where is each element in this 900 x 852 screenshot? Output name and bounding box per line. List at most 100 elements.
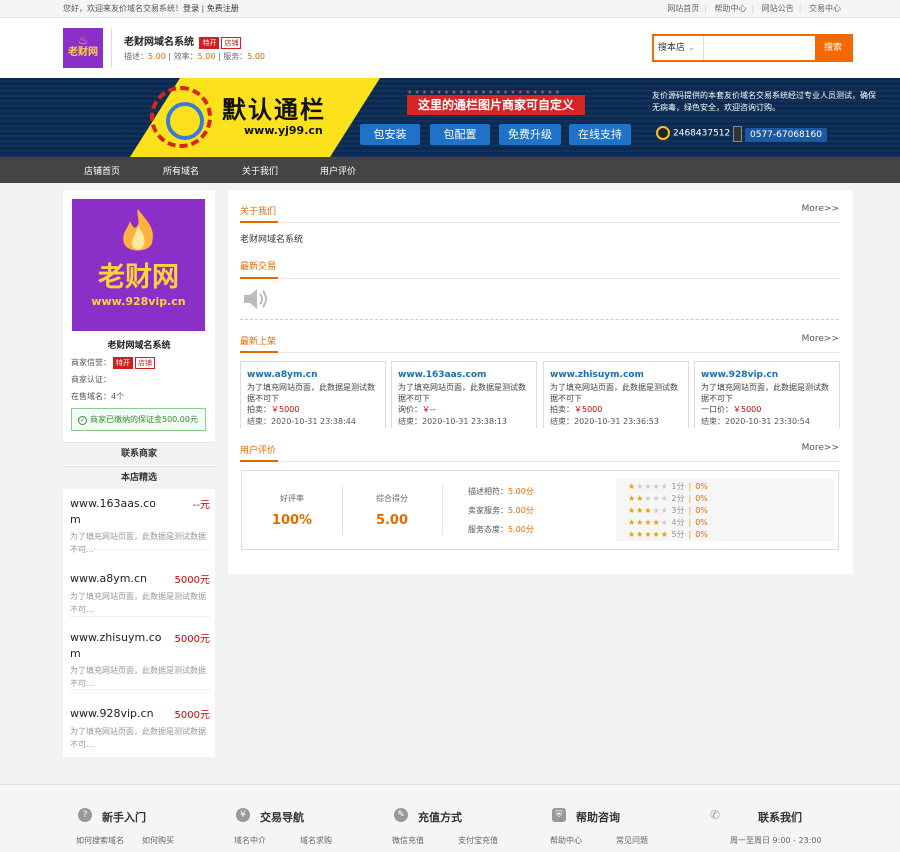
login-link[interactable]: 登录 bbox=[183, 4, 199, 13]
card-domain[interactable]: www.928vip.cn bbox=[701, 368, 833, 382]
footer-link[interactable]: 如何搜索域名 bbox=[76, 835, 124, 846]
star-label: 2分 bbox=[671, 494, 684, 503]
flame-icon: ♨ bbox=[63, 34, 103, 46]
card-end: 结束：2020-10-31 23:38:13 bbox=[398, 416, 530, 427]
footer-title: 交易导航 bbox=[260, 809, 304, 825]
listing-card[interactable]: www.a8ym.cn 为了填充网站页面，此数据是测试数据不可下 拍卖：￥500… bbox=[240, 361, 386, 428]
divider: | bbox=[689, 506, 692, 515]
top-link-help[interactable]: 帮助中心 bbox=[715, 4, 747, 13]
footer-link[interactable]: 常见问题 bbox=[616, 835, 648, 846]
listing-card[interactable]: www.928vip.cn 为了填充网站页面，此数据是测试数据不可下 一口价：￥… bbox=[694, 361, 840, 428]
card-price-label: 询价： bbox=[398, 405, 422, 414]
footer-link[interactable]: 如何购买 bbox=[142, 835, 174, 846]
banner-url: www.yj99.cn bbox=[244, 124, 323, 137]
search-button[interactable]: 搜索 bbox=[815, 36, 851, 60]
top-link-trade[interactable]: 交易中心 bbox=[809, 4, 841, 13]
good-rate: 好评率 100% bbox=[242, 493, 342, 528]
star-icon: ★ bbox=[628, 482, 636, 491]
search-scope-select[interactable]: 搜本店⌄ bbox=[654, 36, 704, 60]
card-desc: 为了填充网站页面，此数据是测试数据不可下 bbox=[701, 382, 833, 404]
footer-link[interactable]: 域名求购 bbox=[300, 835, 332, 846]
footer-link[interactable]: 微信充值 bbox=[392, 835, 424, 846]
contact-merchant-button[interactable]: 联系商家 bbox=[63, 442, 215, 465]
pick-domain[interactable]: www.zhisuym.com bbox=[70, 630, 165, 662]
pick-item[interactable]: www.a8ym.cn 5000元 为了填充网站页面，此数据是测试数据不可... bbox=[70, 571, 210, 617]
greeting: 您好，欢迎来友价域名交易系统！登录 | 免费注册 bbox=[63, 3, 239, 14]
star-row: ★★★★★ 3分|0% bbox=[628, 505, 708, 516]
listing-card[interactable]: www.163aas.com 为了填充网站页面，此数据是测试数据不可下 询价：￥… bbox=[391, 361, 537, 428]
shop-title: 老财网域名系统 特开店铺 bbox=[124, 33, 241, 49]
star-pct: 0% bbox=[695, 482, 708, 491]
card-end: 结束：2020-10-31 23:36:53 bbox=[550, 416, 682, 427]
shop-logo[interactable]: ♨老财网 bbox=[63, 28, 103, 68]
banner-button-upgrade[interactable]: 免费升级 bbox=[499, 124, 561, 145]
card-end: 结束：2020-10-31 23:38:44 bbox=[247, 416, 379, 427]
review-more-link[interactable]: More>> bbox=[802, 443, 839, 453]
phone-number: 0577-67068160 bbox=[745, 128, 827, 142]
pick-desc: 为了填充网站页面，此数据是测试数据不可... bbox=[70, 725, 210, 751]
nav-shop-home[interactable]: 店铺首页 bbox=[84, 164, 120, 177]
new-listings-more-link[interactable]: More>> bbox=[802, 334, 839, 344]
credit-row: 商家信誉：特开店铺 bbox=[71, 357, 155, 369]
star-icon: ★★ bbox=[628, 494, 644, 503]
star-label: 1分 bbox=[671, 482, 684, 491]
pick-item[interactable]: www.zhisuym.com 5000元 为了填充网站页面，此数据是测试数据不… bbox=[70, 630, 210, 690]
pick-domain[interactable]: www.a8ym.cn bbox=[70, 571, 165, 587]
logo-url-text: www.928vip.cn bbox=[72, 295, 205, 308]
star-label: 3分 bbox=[671, 506, 684, 515]
star-label: 4分 bbox=[671, 518, 684, 527]
register-link[interactable]: 免费注册 bbox=[207, 4, 239, 13]
search-scope-text: 搜本店 bbox=[658, 43, 685, 53]
pick-item[interactable]: www.928vip.cn 5000元 为了填充网站页面，此数据是测试数据不可.… bbox=[70, 706, 210, 752]
score-value: 5.00分 bbox=[508, 506, 534, 515]
score-value: 5.00分 bbox=[508, 487, 534, 496]
nav-reviews[interactable]: 用户评价 bbox=[320, 164, 356, 177]
domain-count: 在售域名：4个 bbox=[71, 391, 124, 402]
divider: | bbox=[689, 530, 692, 539]
score-label: 描述相符： bbox=[468, 487, 508, 496]
footer-link[interactable]: 帮助中心 bbox=[550, 835, 582, 846]
banner-button-config[interactable]: 包配置 bbox=[430, 124, 490, 145]
pick-item[interactable]: www.163aas.com --元 为了填充网站页面，此数据是测试数据不可..… bbox=[70, 496, 210, 550]
search-input[interactable] bbox=[706, 36, 814, 60]
deposit-badge: ✓商家已缴纳的保证金500.00元 bbox=[71, 408, 206, 431]
divider bbox=[442, 485, 443, 535]
star-empty-icon: ★ bbox=[661, 518, 669, 527]
about-more-link[interactable]: More>> bbox=[802, 204, 839, 214]
top-link-home[interactable]: 网站首页 bbox=[667, 4, 699, 13]
shop-logo-large[interactable]: 老财网 www.928vip.cn bbox=[72, 199, 205, 331]
sidebar: 老财网 www.928vip.cn 老财网域名系统 商家信誉：特开店铺 商家认证… bbox=[63, 190, 215, 757]
banner-button-support[interactable]: 在线支持 bbox=[569, 124, 631, 145]
star-icon: ★★★★★ bbox=[628, 530, 669, 539]
footer-title: 新手入门 bbox=[102, 809, 146, 825]
top-link-notice[interactable]: 网站公告 bbox=[762, 4, 794, 13]
user-wrench-icon: ✎ bbox=[394, 808, 408, 822]
footer-hours: 周一至周日 9:00 - 23:00 bbox=[730, 835, 822, 846]
star-icon: ★★★★ bbox=[628, 518, 661, 527]
banner-button-install[interactable]: 包安装 bbox=[360, 124, 420, 145]
card-domain[interactable]: www.a8ym.cn bbox=[247, 368, 379, 382]
shop-title-text: 老财网域名系统 bbox=[124, 37, 194, 48]
pick-price: 5000元 bbox=[175, 706, 210, 721]
banner-title: 默认通栏 bbox=[222, 90, 326, 125]
star-pct: 0% bbox=[695, 506, 708, 515]
footer-link[interactable]: 支付宝充值 bbox=[458, 835, 498, 846]
card-domain[interactable]: www.163aas.com bbox=[398, 368, 530, 382]
shop-nav: 店铺首页 所有域名 关于我们 用户评价 bbox=[0, 157, 900, 183]
pick-domain[interactable]: www.928vip.cn bbox=[70, 706, 165, 722]
card-domain[interactable]: www.zhisuym.com bbox=[550, 368, 682, 382]
recent-title: 最新交易 bbox=[240, 259, 276, 272]
divider bbox=[240, 319, 839, 320]
rating-label: | 服务： bbox=[215, 52, 247, 61]
footer-link[interactable]: 域名中介 bbox=[234, 835, 266, 846]
picks-title: 本店精选 bbox=[63, 466, 215, 489]
pick-domain[interactable]: www.163aas.com bbox=[70, 496, 165, 528]
greeting-sep: | bbox=[199, 4, 207, 13]
main-content: 关于我们 More>> 老财网域名系统 最新交易 最新上架 More>> www… bbox=[228, 190, 853, 574]
star-row: ★★★★★ 4分|0% bbox=[628, 517, 708, 528]
listing-card[interactable]: www.zhisuym.com 为了填充网站页面，此数据是测试数据不可下 拍卖：… bbox=[543, 361, 689, 428]
banner-qq[interactable]: 2468437512 bbox=[656, 126, 730, 140]
card-price-value: ￥-- bbox=[422, 405, 436, 414]
nav-about[interactable]: 关于我们 bbox=[242, 164, 278, 177]
nav-all-domains[interactable]: 所有域名 bbox=[163, 164, 199, 177]
